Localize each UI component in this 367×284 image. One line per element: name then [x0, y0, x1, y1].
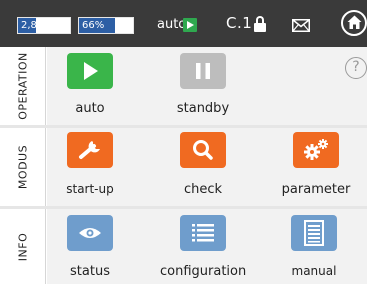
- access-level-label: C.1: [226, 14, 253, 32]
- parameter-button[interactable]: [293, 132, 339, 168]
- home-button[interactable]: [341, 10, 367, 36]
- operating-mode-label: auto: [157, 17, 187, 32]
- eye-icon: [79, 228, 101, 238]
- standby-button[interactable]: [180, 53, 226, 89]
- pressure-value: 2,8 bar: [21, 20, 57, 31]
- parameter-label: parameter: [281, 182, 351, 197]
- manual-tile[interactable]: manual: [284, 213, 344, 283]
- standby-tile[interactable]: standby: [167, 51, 239, 123]
- manual-button[interactable]: [291, 215, 337, 251]
- level-gauge: 66%: [78, 17, 134, 34]
- status-label: status: [70, 264, 110, 279]
- document-icon: [304, 220, 324, 246]
- operation-section: OPERATION auto standby: [0, 47, 367, 125]
- configuration-label: configuration: [160, 264, 247, 279]
- manual-label: manual: [291, 264, 337, 278]
- level-value: 66%: [82, 20, 105, 31]
- mail-icon[interactable]: [292, 17, 310, 36]
- status-button[interactable]: [67, 215, 113, 251]
- standby-label: standby: [176, 101, 230, 116]
- lock-icon[interactable]: [254, 16, 266, 32]
- pressure-gauge: 2,8 bar: [17, 17, 71, 34]
- home-icon: [347, 15, 362, 29]
- auto-tile[interactable]: auto: [66, 51, 114, 123]
- gears-icon: [304, 139, 328, 160]
- start-up-label: start-up: [66, 182, 114, 196]
- help-icon[interactable]: ?: [345, 57, 367, 79]
- auto-label: auto: [75, 101, 105, 116]
- status-bar: 2,8 bar 66% auto C.1: [0, 0, 367, 47]
- pause-icon: [196, 63, 210, 79]
- parameter-tile[interactable]: parameter: [276, 132, 356, 202]
- modus-section-title: MODUS: [0, 128, 46, 206]
- play-icon: [183, 18, 197, 32]
- list-icon: [192, 224, 214, 242]
- magnifier-icon: [193, 140, 213, 160]
- check-label: check: [183, 182, 223, 197]
- check-tile[interactable]: check: [167, 132, 239, 202]
- auto-button[interactable]: [67, 53, 113, 89]
- play-icon: [84, 62, 98, 80]
- configuration-button[interactable]: [180, 215, 226, 251]
- info-section-title: INFO: [0, 209, 46, 284]
- start-up-tile[interactable]: start-up: [58, 132, 122, 202]
- info-section: INFO status configuration manual: [0, 209, 367, 284]
- configuration-tile[interactable]: configuration: [160, 213, 246, 283]
- modus-section: MODUS start-up check parameter: [0, 128, 367, 206]
- check-button[interactable]: [180, 132, 226, 168]
- status-tile[interactable]: status: [64, 213, 116, 283]
- operation-section-title: OPERATION: [0, 47, 46, 125]
- start-up-button[interactable]: [67, 132, 113, 168]
- wrench-icon: [79, 141, 100, 159]
